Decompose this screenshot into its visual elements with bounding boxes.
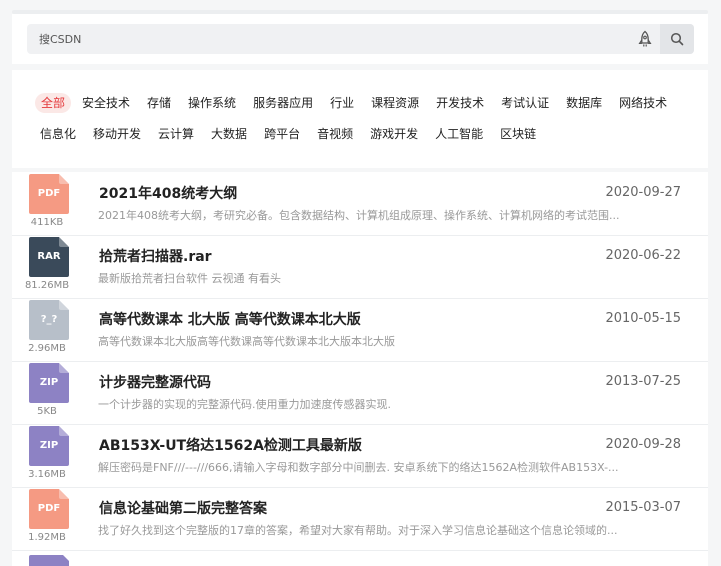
- category-tab[interactable]: 跨平台: [258, 124, 306, 144]
- category-tab[interactable]: 全部: [35, 93, 72, 113]
- item-description: 最新版拾荒者扫台软件 云视通 有看头: [98, 272, 281, 285]
- search-icon: [670, 32, 684, 46]
- category-row-2: 信息化 移动开发 云计算 大数据 跨平台 音视频 游戏开发 人工智能 区块链: [34, 123, 547, 147]
- file-type-label: RAR: [37, 251, 61, 262]
- file-icon: ZIP: [29, 363, 69, 403]
- category-tab[interactable]: 安全技术: [76, 93, 136, 113]
- file-size: 5KB: [37, 406, 57, 417]
- file-size: 411KB: [30, 217, 64, 228]
- item-title[interactable]: 信息论基础第二版完整答案: [99, 498, 579, 518]
- category-row-1: 全部 安全技术 存储 操作系统 服务器应用 行业 课程资源 开发技术 考试认证 数据库 网络技术: [35, 92, 678, 116]
- file-size: 1.92MB: [28, 532, 66, 543]
- category-tab[interactable]: 区块链: [494, 124, 542, 144]
- category-tab[interactable]: 大数据: [205, 124, 253, 144]
- item-title[interactable]: AB153X-UT络达1562A检测工具最新版: [99, 435, 579, 455]
- list-item[interactable]: PDF 1.92MB 信息论基础第二版完整答案 2015-03-07 找了好久找到这个完…: [12, 487, 708, 551]
- item-title[interactable]: 拾荒者扫描器.rar: [99, 246, 579, 266]
- category-tab[interactable]: 音视频: [311, 124, 359, 144]
- item-description: 2021年408统考大纲，考研究必备。包含数据结构、计算机组成原理、操作系统、计…: [98, 209, 620, 222]
- file-type-label: ZIP: [39, 440, 59, 451]
- item-title[interactable]: 2021年408统考大纲: [99, 183, 579, 203]
- item-description: 一个计步器的实现的完整源代码.使用重力加速度传感器实现.: [98, 398, 391, 411]
- item-description: 解压密码是FNF///---///666,请输入字母和数字部分中间删去. 安卓系…: [98, 461, 619, 474]
- category-tab[interactable]: 考试认证: [495, 93, 555, 113]
- category-tab[interactable]: 数据库: [560, 93, 608, 113]
- file-icon: [29, 555, 69, 566]
- file-size: 81.26MB: [24, 280, 70, 291]
- category-tab[interactable]: 网络技术: [613, 93, 673, 113]
- item-date: 2013-07-25: [605, 374, 681, 389]
- item-title[interactable]: 计步器完整源代码: [99, 372, 579, 392]
- category-tab[interactable]: 存储: [141, 93, 177, 113]
- list-item[interactable]: ZIP 3.16MB AB153X-UT络达1562A检测工具最新版 2020-09-…: [12, 424, 708, 488]
- list-item[interactable]: ZIP 5KB 计步器完整源代码 2013-07-25 一个计步器的实现的完整源代码.使…: [12, 361, 708, 425]
- file-type-label: PDF: [37, 503, 61, 514]
- category-tab[interactable]: 操作系统: [182, 93, 242, 113]
- resource-list: PDF 411KB 2021年408统考大纲 2020-09-27 2021年408统考…: [12, 172, 708, 566]
- category-tab[interactable]: 游戏开发: [364, 124, 424, 144]
- category-tab[interactable]: 信息化: [34, 124, 82, 144]
- list-item[interactable]: ?_? 2.96MB 高等代数课本 北大版 高等代数课本北大版 2010-05-15 高…: [12, 298, 708, 362]
- list-item[interactable]: RAR 81.26MB 拾荒者扫描器.rar 2020-06-22 最新版拾荒者扫台软件…: [12, 235, 708, 299]
- search-bar: [12, 14, 708, 64]
- category-tab[interactable]: 服务器应用: [247, 93, 319, 113]
- item-title[interactable]: 高等代数课本 北大版 高等代数课本北大版: [99, 309, 579, 329]
- category-tab[interactable]: 云计算: [152, 124, 200, 144]
- item-date: 2020-09-27: [605, 185, 681, 200]
- category-tab[interactable]: 移动开发: [87, 124, 147, 144]
- file-icon: ?_?: [29, 300, 69, 340]
- category-tab[interactable]: 开发技术: [430, 93, 490, 113]
- search-input[interactable]: [27, 24, 607, 54]
- item-date: 2015-03-07: [605, 500, 681, 515]
- file-type-label: PDF: [37, 188, 61, 199]
- item-date: 2020-06-22: [605, 248, 681, 263]
- category-tab[interactable]: 课程资源: [365, 93, 425, 113]
- item-description: 高等代数课本北大版高等代数课高等代数课本北大版本北大版: [98, 335, 395, 348]
- file-icon: RAR: [29, 237, 69, 277]
- search-box: [27, 24, 694, 54]
- item-description: 找了好久找到这个完整版的17章的答案，希望对大家有帮助。对于深入学习信息论基础这…: [98, 524, 618, 537]
- category-tab[interactable]: 人工智能: [429, 124, 489, 144]
- file-icon: PDF: [29, 174, 69, 214]
- file-type-label: ?_?: [40, 314, 58, 325]
- file-size: 2.96MB: [28, 343, 66, 354]
- list-item[interactable]: PDF 411KB 2021年408统考大纲 2020-09-27 2021年408统考…: [12, 172, 708, 236]
- file-type-label: ZIP: [39, 377, 59, 388]
- item-date: 2010-05-15: [605, 311, 681, 326]
- rocket-icon[interactable]: [636, 30, 654, 48]
- category-tab[interactable]: 行业: [324, 93, 360, 113]
- search-button[interactable]: [660, 24, 694, 54]
- file-icon: PDF: [29, 489, 69, 529]
- file-size: 3.16MB: [28, 469, 66, 480]
- item-date: 2020-09-28: [605, 437, 681, 452]
- category-panel: 全部 安全技术 存储 操作系统 服务器应用 行业 课程资源 开发技术 考试认证 数据库 网络技术 信…: [12, 70, 708, 168]
- file-icon: ZIP: [29, 426, 69, 466]
